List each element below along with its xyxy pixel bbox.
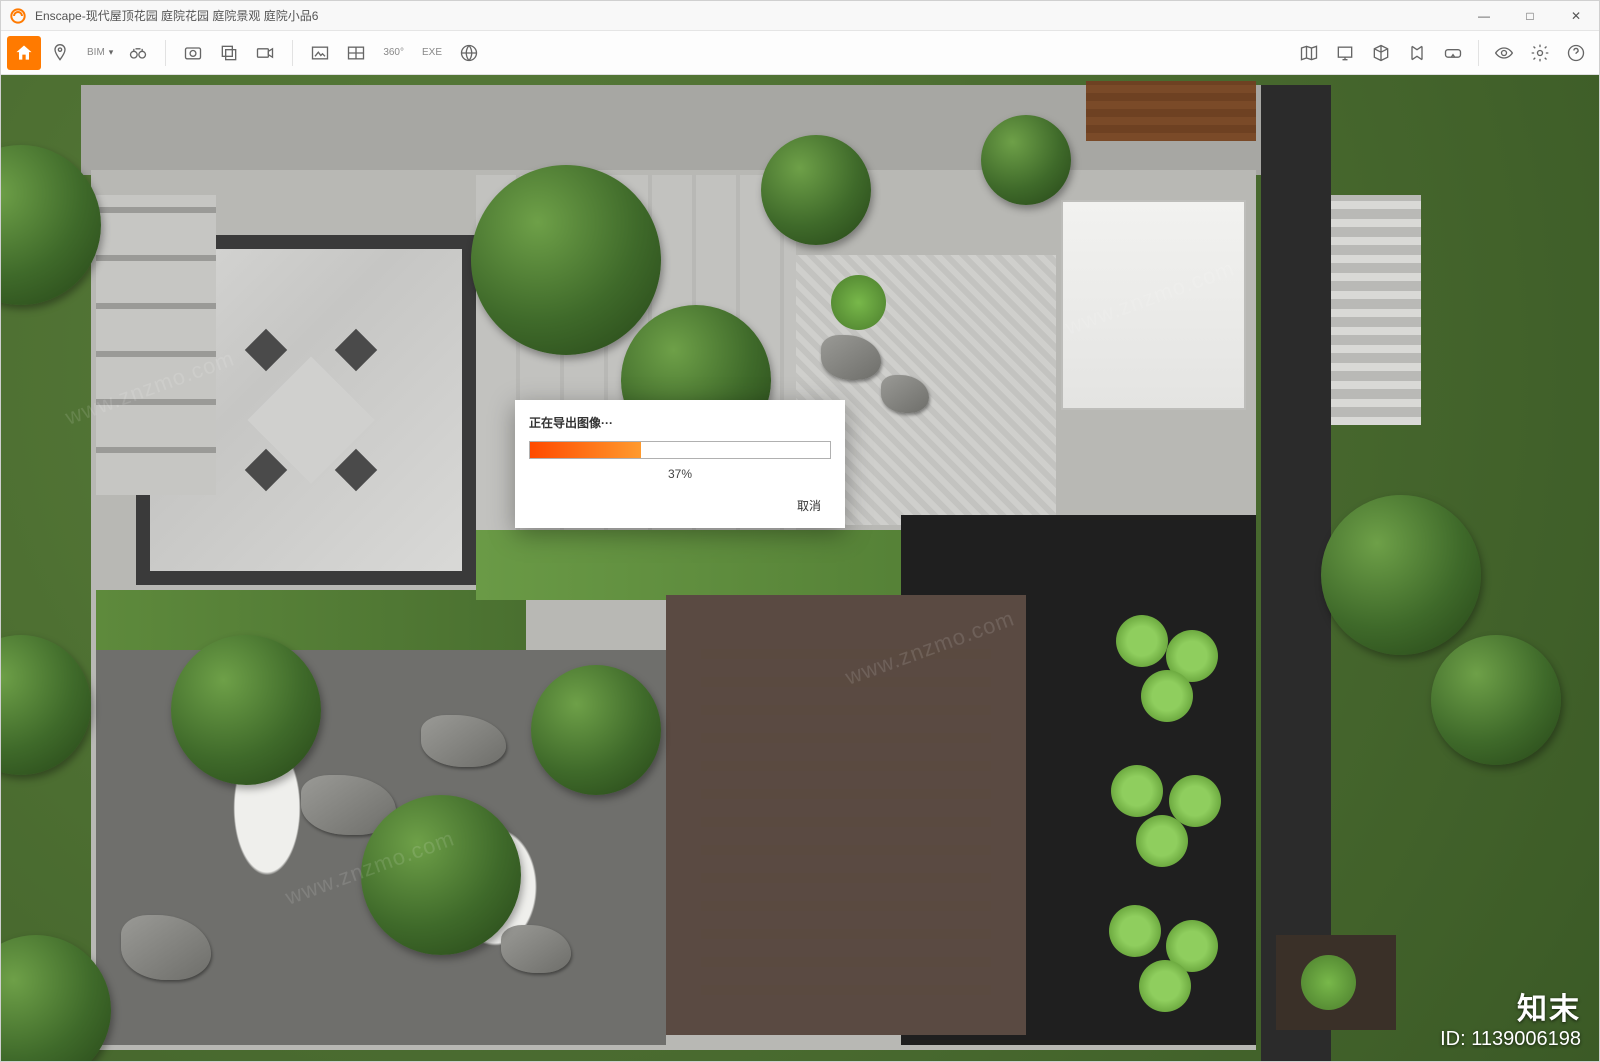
toolbar-group-capture xyxy=(176,36,282,70)
export-web-icon[interactable] xyxy=(452,36,486,70)
progress-percent-label: 37% xyxy=(529,467,831,481)
capture-icon[interactable] xyxy=(176,36,210,70)
dialog-title: 正在导出图像··· xyxy=(529,414,831,431)
export-progress-dialog: 正在导出图像··· 37% 取消 xyxy=(515,400,845,528)
screenshot-icon[interactable] xyxy=(1328,36,1362,70)
video-icon[interactable] xyxy=(248,36,282,70)
export-360-label: 360° xyxy=(381,47,406,58)
viewport-3d[interactable]: www.znzmo.com www.znzmo.com www.znzmo.co… xyxy=(1,75,1599,1061)
progress-fill xyxy=(530,442,641,458)
app-window: Enscape - 现代屋顶花园 庭院花园 庭院景观 庭院小品6 — □ ✕ B… xyxy=(0,0,1600,1062)
maximize-button[interactable]: □ xyxy=(1507,1,1553,31)
sync-views-icon[interactable] xyxy=(1400,36,1434,70)
close-button[interactable]: ✕ xyxy=(1553,1,1599,31)
toolbar-group-right xyxy=(1292,36,1593,70)
asset-library-icon[interactable] xyxy=(1364,36,1398,70)
home-icon[interactable] xyxy=(7,36,41,70)
bim-icon[interactable]: BIM ▾ xyxy=(79,36,119,70)
toolbar: BIM ▾ xyxy=(1,31,1599,75)
export-pano-icon[interactable] xyxy=(339,36,373,70)
progress-bar xyxy=(529,441,831,459)
cancel-label: 取消 xyxy=(797,499,821,513)
chevron-down-icon: ▾ xyxy=(109,47,114,58)
toolbar-group-export: 360° EXE xyxy=(303,36,486,70)
minimize-icon: — xyxy=(1478,9,1490,23)
settings-icon[interactable] xyxy=(1523,36,1557,70)
app-logo-icon xyxy=(9,7,27,25)
toolbar-group-nav: BIM ▾ xyxy=(7,36,155,70)
maximize-icon: □ xyxy=(1526,9,1533,23)
scene-render: www.znzmo.com www.znzmo.com www.znzmo.co… xyxy=(1,75,1599,1061)
close-icon: ✕ xyxy=(1571,9,1581,23)
pin-icon[interactable] xyxy=(43,36,77,70)
export-image-icon[interactable] xyxy=(303,36,337,70)
export-exe-icon[interactable]: EXE xyxy=(414,36,450,70)
export-exe-label: EXE xyxy=(420,47,444,58)
export-360-icon[interactable]: 360° xyxy=(375,36,412,70)
minimize-button[interactable]: — xyxy=(1461,1,1507,31)
bim-label: BIM xyxy=(85,47,107,58)
app-name: Enscape xyxy=(35,9,82,23)
vr-icon[interactable] xyxy=(1436,36,1470,70)
batch-render-icon[interactable] xyxy=(212,36,246,70)
binoculars-icon[interactable] xyxy=(121,36,155,70)
cancel-button[interactable]: 取消 xyxy=(787,493,831,518)
help-icon[interactable] xyxy=(1559,36,1593,70)
document-title: 现代屋顶花园 庭院花园 庭院景观 庭院小品6 xyxy=(86,7,319,24)
visual-settings-icon[interactable] xyxy=(1487,36,1521,70)
map-icon[interactable] xyxy=(1292,36,1326,70)
titlebar: Enscape - 现代屋顶花园 庭院花园 庭院景观 庭院小品6 — □ ✕ xyxy=(1,1,1599,31)
